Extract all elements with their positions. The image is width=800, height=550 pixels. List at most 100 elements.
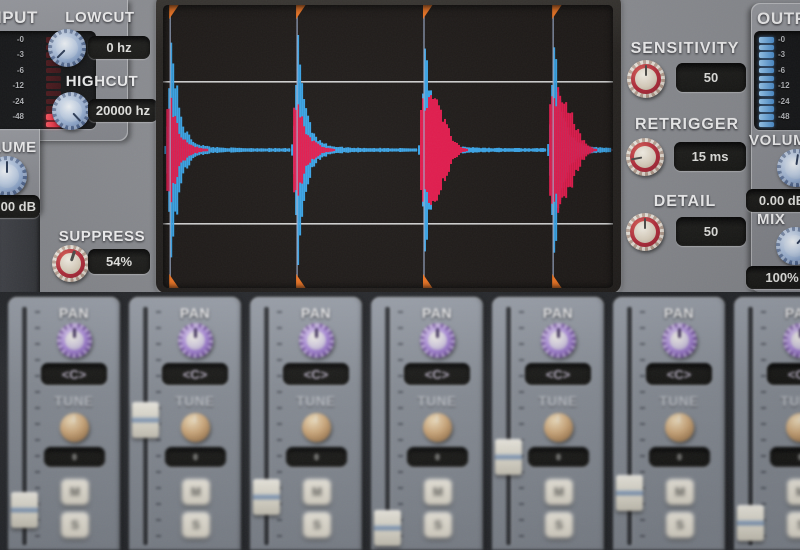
pan-display[interactable]: <C>: [162, 363, 228, 385]
fader-tick: [156, 471, 161, 473]
knob-indicator: [786, 413, 800, 442]
fader-handle[interactable]: [253, 479, 280, 515]
tune-display[interactable]: 0: [286, 447, 347, 467]
fader-track[interactable]: [506, 307, 511, 545]
output-meter-led: [759, 37, 774, 43]
pan-knob[interactable]: [783, 323, 800, 358]
fader-tick: [156, 439, 161, 441]
tune-display[interactable]: 0: [165, 447, 226, 467]
input-title: INPUT: [0, 8, 38, 28]
knob-indicator: [541, 323, 576, 358]
solo-button[interactable]: S: [303, 512, 331, 538]
fader-handle[interactable]: [616, 475, 643, 511]
fader-tick: [761, 423, 766, 425]
pan-display[interactable]: <C>: [41, 363, 107, 385]
tune-knob[interactable]: [181, 413, 210, 442]
fader-tick: [277, 471, 282, 473]
tune-knob[interactable]: [786, 413, 800, 442]
tune-display[interactable]: 0: [770, 447, 800, 467]
knob-indicator: [178, 323, 213, 358]
fader-handle[interactable]: [737, 505, 764, 541]
pan-display[interactable]: <C>: [404, 363, 470, 385]
pan-label: PAN: [153, 305, 237, 321]
knob-indicator: [626, 213, 664, 251]
detail-knob[interactable]: [626, 213, 664, 251]
meter-scale-label: -6: [778, 66, 800, 75]
suppress-display[interactable]: 54%: [88, 249, 150, 274]
retrigger-display[interactable]: 15 ms: [674, 142, 746, 171]
highcut-display[interactable]: 20000 hz: [88, 99, 158, 122]
pan-knob[interactable]: [299, 323, 334, 358]
pan-display[interactable]: <C>: [646, 363, 712, 385]
pan-display[interactable]: <C>: [525, 363, 591, 385]
fader-handle[interactable]: [495, 439, 522, 475]
pan-knob[interactable]: [662, 323, 697, 358]
pan-display[interactable]: <C>: [283, 363, 349, 385]
highcut-knob[interactable]: [52, 92, 90, 130]
solo-button[interactable]: S: [545, 512, 573, 538]
mute-button[interactable]: M: [666, 479, 694, 505]
fader-tick: [156, 359, 161, 361]
fader-tick: [35, 439, 40, 441]
tune-knob[interactable]: [544, 413, 573, 442]
solo-button[interactable]: S: [424, 512, 452, 538]
output-volume-display[interactable]: 0.00 dB: [746, 189, 800, 212]
solo-button[interactable]: S: [666, 512, 694, 538]
fader-tick: [761, 471, 766, 473]
meter-scale-label: -6: [0, 66, 24, 75]
mute-button[interactable]: M: [545, 479, 573, 505]
fader-handle[interactable]: [374, 510, 401, 546]
fader-tick: [519, 423, 524, 425]
tune-display[interactable]: 0: [44, 447, 105, 467]
lowcut-display[interactable]: 0 hz: [88, 36, 150, 59]
solo-button[interactable]: S: [61, 512, 89, 538]
pan-knob[interactable]: [178, 323, 213, 358]
fader-tick: [156, 503, 161, 505]
output-volume-knob[interactable]: [777, 149, 800, 187]
mute-button[interactable]: M: [303, 479, 331, 505]
fader-tick: [156, 487, 161, 489]
pan-knob[interactable]: [541, 323, 576, 358]
pan-knob[interactable]: [57, 323, 92, 358]
fader-handle[interactable]: [11, 492, 38, 528]
fader-tick: [35, 423, 40, 425]
pan-display[interactable]: <C>: [767, 363, 800, 385]
fader-tick: [277, 423, 282, 425]
retrigger-label: RETRIGGER: [627, 116, 747, 134]
solo-button[interactable]: S: [182, 512, 210, 538]
mix-display[interactable]: 100%: [746, 266, 800, 289]
mute-button[interactable]: M: [787, 479, 800, 505]
lowcut-knob[interactable]: [48, 29, 86, 67]
mixer-section: PAN<C>TUNE0MSPAN<C>TUNE0MSPAN<C>TUNE0MSP…: [0, 292, 800, 550]
knob-indicator: [544, 413, 573, 442]
tune-knob[interactable]: [665, 413, 694, 442]
pan-label: PAN: [637, 305, 721, 321]
retrigger-knob[interactable]: [626, 138, 664, 176]
fader-tick: [277, 327, 282, 329]
mute-button[interactable]: M: [182, 479, 210, 505]
sensitivity-knob[interactable]: [627, 60, 665, 98]
fader-tick: [761, 375, 766, 377]
suppress-knob[interactable]: [52, 245, 89, 282]
knob-indicator: [783, 323, 800, 358]
pan-knob[interactable]: [420, 323, 455, 358]
mute-button[interactable]: M: [424, 479, 452, 505]
input-volume-knob[interactable]: [0, 156, 27, 196]
tune-knob[interactable]: [423, 413, 452, 442]
knob-indicator: [775, 147, 800, 190]
tune-display[interactable]: 0: [528, 447, 589, 467]
waveform-display[interactable]: [163, 5, 613, 288]
sensitivity-display[interactable]: 50: [676, 63, 746, 92]
tune-knob[interactable]: [302, 413, 331, 442]
tune-knob[interactable]: [60, 413, 89, 442]
mute-button[interactable]: M: [61, 479, 89, 505]
fader-tick: [398, 471, 403, 473]
fader-tick: [519, 487, 524, 489]
detail-display[interactable]: 50: [676, 217, 746, 246]
tune-display[interactable]: 0: [407, 447, 468, 467]
fader-tick: [156, 343, 161, 345]
fader-tick: [519, 359, 524, 361]
input-volume-display[interactable]: 0.00 dB: [0, 195, 40, 218]
tune-display[interactable]: 0: [649, 447, 710, 467]
solo-button[interactable]: S: [787, 512, 800, 538]
